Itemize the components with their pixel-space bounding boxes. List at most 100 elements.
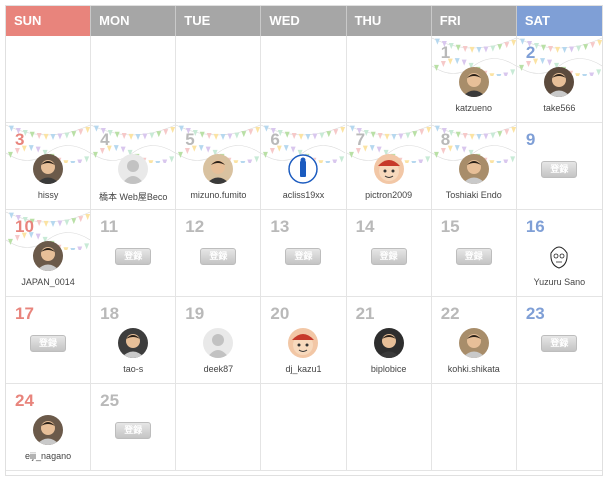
day-cell: 10 JAPAN_0014: [6, 210, 92, 297]
day-cell: 22 kohki.shikata: [431, 297, 517, 384]
author-name[interactable]: hissy: [6, 190, 90, 200]
day-cell: 23 登録: [516, 297, 602, 384]
day-cell: 7 pictron2009: [346, 123, 432, 210]
author-name[interactable]: kohki.shikata: [432, 364, 516, 374]
header-wed: WED: [261, 6, 347, 36]
register-button[interactable]: 登録: [541, 335, 578, 352]
day-cell: 12 登録: [176, 210, 262, 297]
header-sun: SUN: [6, 6, 92, 36]
day-number: 11: [100, 217, 119, 236]
day-cell: 14 登録: [346, 210, 432, 297]
header-fri: FRI: [431, 6, 517, 36]
advent-calendar: SUN MON TUE WED THU FRI SAT 1 katzueno 2 ta…: [5, 5, 603, 476]
day-cell: 16 Yuzuru Sano: [516, 210, 602, 297]
header-thu: THU: [346, 6, 432, 36]
day-number: 5: [185, 130, 195, 149]
day-number: 12: [185, 217, 205, 236]
blue-logo-icon[interactable]: [288, 154, 319, 184]
day-number: 18: [100, 304, 120, 323]
day-cell: 2 take566: [516, 36, 602, 123]
day-cell: 8 Toshiaki Endo: [431, 123, 517, 210]
author-name[interactable]: take566: [517, 103, 602, 113]
author-name[interactable]: Toshiaki Endo: [432, 190, 516, 200]
empty-day-cell: [261, 36, 347, 123]
header-mon: MON: [91, 6, 177, 36]
day-cell: 3 hissy: [6, 123, 92, 210]
author-name[interactable]: biplobice: [347, 364, 431, 374]
register-button[interactable]: 登録: [541, 161, 578, 178]
register-button[interactable]: 登録: [455, 248, 492, 265]
day-number: 25: [100, 391, 120, 410]
day-cell: 4 橋本 Web屋Beco: [91, 123, 177, 210]
day-number: 20: [270, 304, 290, 323]
empty-day-cell: [6, 36, 92, 123]
author-name[interactable]: pictron2009: [347, 190, 431, 200]
person-photo-icon[interactable]: [33, 415, 64, 445]
empty-day-cell: [176, 36, 262, 123]
empty-day-cell: [431, 384, 517, 471]
day-cell: 17 登録: [6, 297, 92, 384]
author-name[interactable]: Yuzuru Sano: [517, 277, 602, 287]
author-name[interactable]: mizuno.fumito: [176, 190, 260, 200]
person-photo-icon[interactable]: [33, 241, 64, 271]
person-photo-icon[interactable]: [458, 154, 489, 184]
author-name[interactable]: deek87: [176, 364, 260, 374]
empty-day-cell: [516, 384, 602, 471]
day-number: 17: [15, 304, 34, 323]
day-number: 1: [440, 43, 451, 62]
day-number: 2: [525, 43, 536, 62]
day-cell: 25 登録: [91, 384, 177, 471]
empty-day-cell: [176, 384, 262, 471]
day-cell: 5 mizuno.fumito: [176, 123, 262, 210]
sketch-face-icon[interactable]: [544, 241, 575, 271]
author-name[interactable]: eiji_nagano: [6, 451, 90, 461]
author-name[interactable]: acliss19xx: [261, 190, 345, 200]
day-number: 8: [440, 130, 451, 149]
day-cell: 24 eiji_nagano: [6, 384, 92, 471]
register-button[interactable]: 登録: [285, 248, 322, 265]
author-name[interactable]: JAPAN_0014: [6, 277, 90, 287]
day-number: 4: [100, 130, 110, 149]
day-cell: 19 deek87: [176, 297, 262, 384]
author-name[interactable]: tao-s: [91, 364, 175, 374]
person-photo-icon[interactable]: [544, 67, 575, 97]
day-cell: 1 katzueno: [431, 36, 517, 123]
empty-day-cell: [261, 384, 347, 471]
day-cell: 20 dj_kazu1: [261, 297, 347, 384]
register-button[interactable]: 登録: [115, 248, 152, 265]
empty-day-cell: [346, 36, 432, 123]
person-photo-icon[interactable]: [458, 67, 489, 97]
register-button[interactable]: 登録: [370, 248, 407, 265]
day-number: 10: [15, 217, 34, 236]
empty-day-cell: [91, 36, 177, 123]
default-avatar-icon[interactable]: [118, 154, 149, 184]
header-sat: SAT: [516, 6, 602, 36]
day-number: 23: [525, 304, 545, 323]
day-cell: 21 biplobice: [346, 297, 432, 384]
day-number: 16: [525, 217, 545, 236]
day-cell: 11 登録: [91, 210, 177, 297]
day-number: 3: [15, 130, 25, 149]
day-cell: 13 登録: [261, 210, 347, 297]
person-photo-icon[interactable]: [203, 154, 234, 184]
default-avatar-icon[interactable]: [203, 328, 234, 358]
register-button[interactable]: 登録: [200, 248, 237, 265]
register-button[interactable]: 登録: [115, 422, 152, 439]
day-number: 15: [440, 217, 460, 236]
weekday-header: SUN MON TUE WED THU FRI SAT: [6, 6, 602, 36]
day-number: 13: [270, 217, 290, 236]
day-cell: 15 登録: [431, 210, 517, 297]
cartoon-face-icon[interactable]: [373, 154, 404, 184]
day-cell: 18 tao-s: [91, 297, 177, 384]
author-name[interactable]: katzueno: [432, 103, 516, 113]
day-number: 6: [270, 130, 280, 149]
register-button[interactable]: 登録: [30, 335, 67, 352]
person-photo-icon[interactable]: [118, 328, 149, 358]
person-photo-icon[interactable]: [373, 328, 404, 358]
person-photo-icon[interactable]: [458, 328, 489, 358]
header-tue: TUE: [176, 6, 262, 36]
person-photo-icon[interactable]: [33, 154, 64, 184]
cartoon-face-icon[interactable]: [288, 328, 319, 358]
author-name[interactable]: 橋本 Web屋Beco: [91, 190, 175, 203]
author-name[interactable]: dj_kazu1: [261, 364, 345, 374]
